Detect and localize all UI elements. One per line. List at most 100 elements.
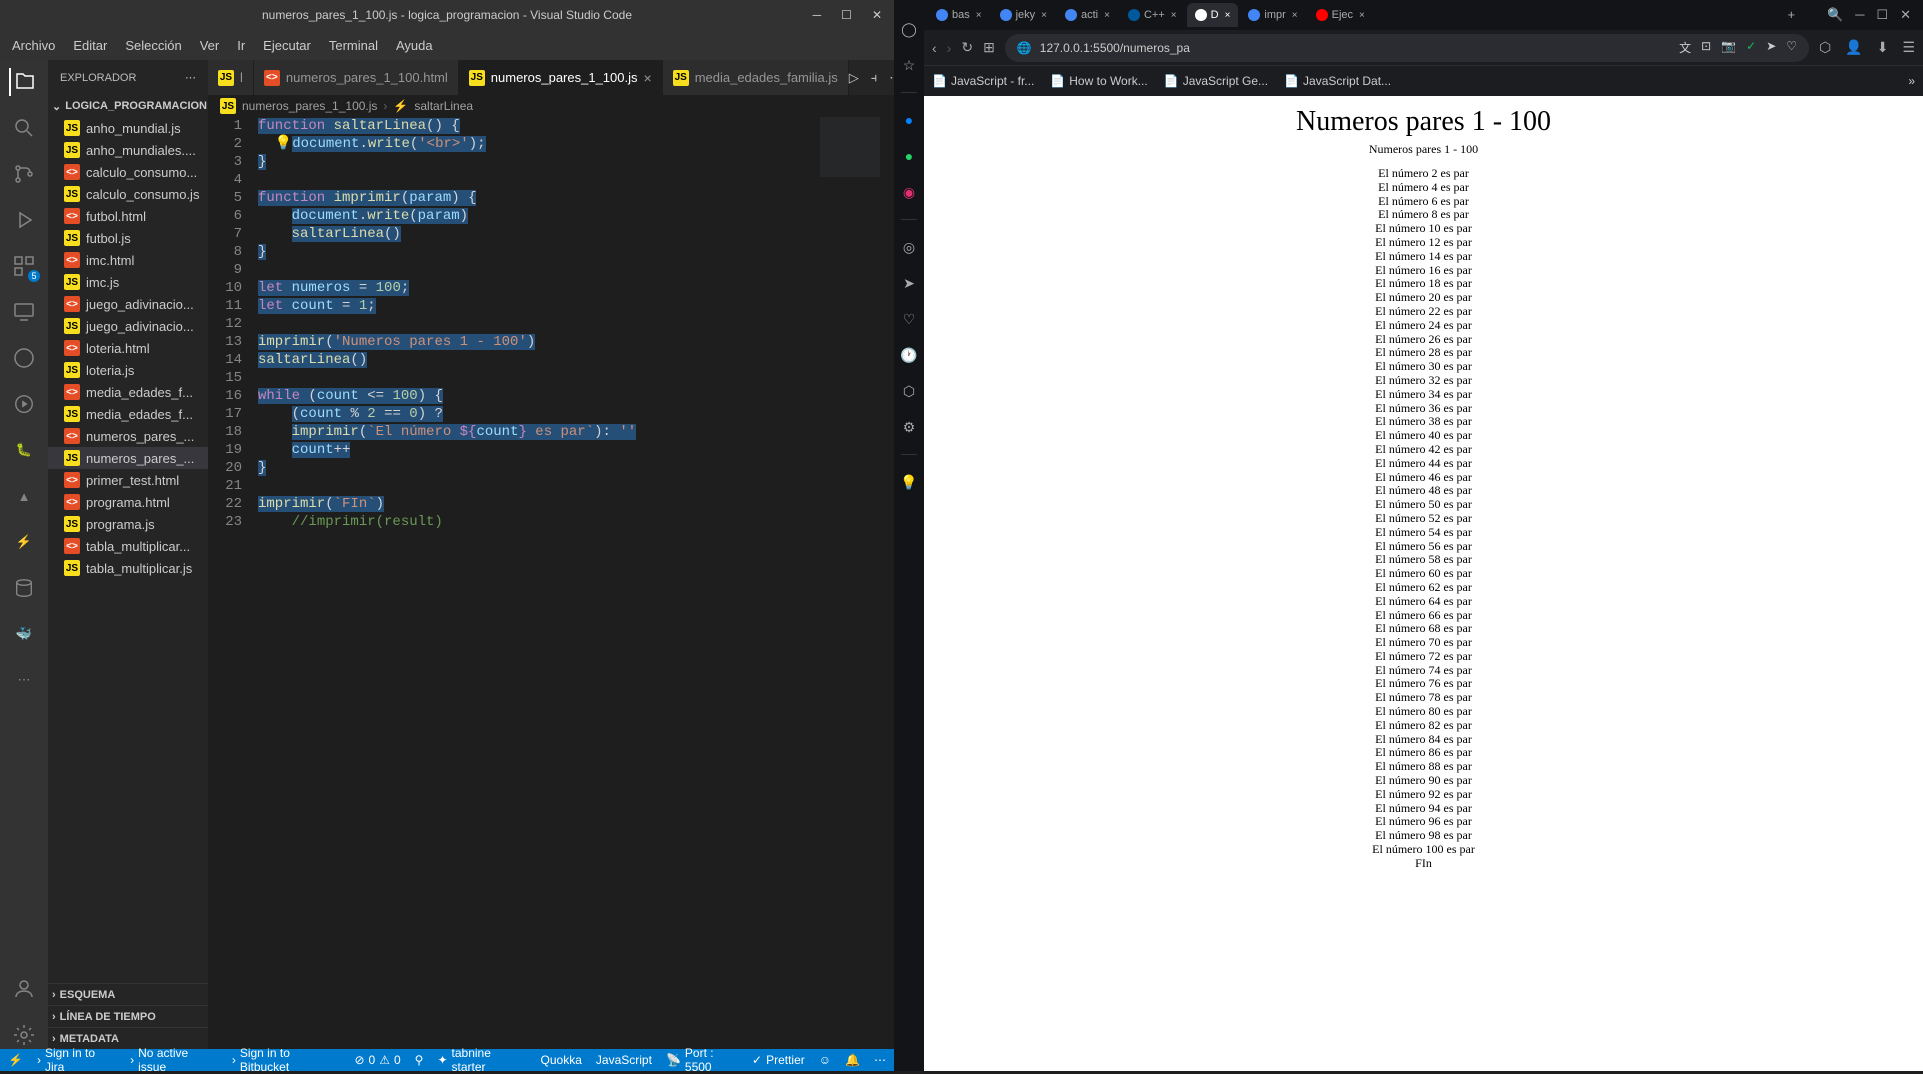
minimize-icon[interactable]: ─ [813,8,822,22]
menu-archivo[interactable]: Archivo [4,34,63,57]
bookmark-item[interactable]: 📄JavaScript - fr... [932,74,1034,88]
browser-tab[interactable]: impr× [1240,3,1305,27]
menu-editar[interactable]: Editar [65,34,115,57]
new-tab-icon[interactable]: + [1787,7,1795,23]
whatsapp-icon[interactable]: ● [900,147,918,165]
address-bar[interactable]: 🌐 127.0.0.1:5500/numeros_pa 文 ⊡ 📷 ✓ ➤ ♡ [1005,34,1809,62]
bookmark-item[interactable]: 📄How to Work... [1050,74,1147,88]
sidebar-section[interactable]: ›LÍNEA DE TIEMPO [48,1005,208,1027]
source-control-icon[interactable] [10,160,38,188]
jira-button[interactable]: › Sign in to Jira [37,1046,116,1074]
quokka-button[interactable]: Quokka [541,1053,582,1067]
close-tab-icon[interactable]: × [1359,10,1365,21]
download-icon[interactable]: ⬇ [1877,39,1889,56]
search-icon[interactable] [10,114,38,142]
file-item[interactable]: <>numeros_pares_... [48,425,208,447]
split-icon[interactable]: ⫞ [871,70,878,86]
reader-icon[interactable]: ⊡ [1701,39,1711,56]
menu-ir[interactable]: Ir [229,34,253,57]
menu-terminal[interactable]: Terminal [321,34,386,57]
bulb-icon[interactable]: 💡 [900,473,918,491]
maximize-icon[interactable]: ☐ [841,8,852,22]
browser-tab[interactable]: Ejec× [1308,3,1373,27]
bitbucket-button[interactable]: › Sign in to Bitbucket [232,1046,341,1074]
more-icon[interactable]: ⋯ [10,666,38,694]
file-item[interactable]: <>calculo_consumo... [48,161,208,183]
more-bookmarks-icon[interactable]: » [1908,74,1915,88]
editor-tab[interactable]: <>numeros_pares_1_100.html [254,60,459,95]
maximize-icon[interactable]: ☐ [1876,7,1888,23]
file-item[interactable]: JSanho_mundiales.... [48,139,208,161]
file-item[interactable]: <>primer_test.html [48,469,208,491]
profile-icon[interactable]: 👤 [1845,39,1862,56]
file-item[interactable]: JSjuego_adivinacio... [48,315,208,337]
vpn-icon[interactable]: ⬡ [1819,39,1831,56]
file-item[interactable]: JSimc.js [48,271,208,293]
reload-icon[interactable]: ↻ [961,39,973,56]
close-icon[interactable]: ✕ [872,8,882,22]
close-tab-icon[interactable]: × [1104,10,1110,21]
tabnine-button[interactable]: ✦ tabnine starter [437,1046,526,1074]
translate-icon[interactable]: 文 [1679,39,1691,56]
send-icon[interactable]: ➤ [900,274,918,292]
file-item[interactable]: JSfutbol.js [48,227,208,249]
file-item[interactable]: JStabla_multiplicar.js [48,557,208,579]
bookmark-icon[interactable]: ♡ [1786,39,1797,56]
db-icon[interactable] [10,574,38,602]
file-item[interactable]: <>loteria.html [48,337,208,359]
close-tab-icon[interactable]: × [976,10,982,21]
github-icon[interactable] [10,344,38,372]
file-item[interactable]: JSanho_mundial.js [48,117,208,139]
instagram-icon[interactable]: ◉ [900,183,918,201]
file-item[interactable]: <>media_edades_f... [48,381,208,403]
cube-icon[interactable]: ⬡ [900,382,918,400]
send-to-icon[interactable]: ➤ [1766,39,1776,56]
browser-tab[interactable]: jeky× [992,3,1055,27]
run-icon[interactable]: ▷ [849,70,859,86]
issue-button[interactable]: › No active issue [130,1046,218,1074]
close-icon[interactable]: ✕ [1900,7,1911,23]
browser-tab[interactable]: acti× [1057,3,1118,27]
speeddial-icon[interactable]: ◎ [900,238,918,256]
breadcrumb[interactable]: JS numeros_pares_1_100.js › ⚡ saltarLine… [208,95,894,117]
code-editor[interactable]: 1234567891011121314151617181920212223 fu… [208,117,894,1049]
editor-tab[interactable]: JSmedia_edades_familia.js [663,60,849,95]
bookmark-item[interactable]: 📄JavaScript Ge... [1164,74,1268,88]
bookmark-item[interactable]: 📄JavaScript Dat... [1284,74,1391,88]
extensions-icon[interactable]: 5 [10,252,38,280]
camera-icon[interactable]: 📷 [1721,39,1736,56]
file-item[interactable]: JSmedia_edades_f... [48,403,208,425]
file-item[interactable]: <>tabla_multiplicar... [48,535,208,557]
browser-tab[interactable]: bas× [928,3,990,27]
bug-icon[interactable]: 🐛 [10,436,38,464]
language-button[interactable]: JavaScript [596,1046,652,1074]
gear-icon[interactable]: ⚙ [900,418,918,436]
close-tab-icon[interactable]: × [1225,10,1231,21]
close-tab-icon[interactable]: × [1171,10,1177,21]
file-item[interactable]: JScalculo_consumo.js [48,183,208,205]
menu-ejecutar[interactable]: Ejecutar [255,34,319,57]
history-icon[interactable]: 🕐 [900,346,918,364]
forward-icon[interactable]: › [947,40,952,56]
menu-icon[interactable]: ☰ [1902,39,1915,56]
more-icon[interactable]: ⋯ [185,71,196,84]
menu-ver[interactable]: Ver [192,34,228,57]
menu-selección[interactable]: Selección [117,34,189,57]
problems-button[interactable]: ⊘ 0 ⚠ 0 [354,1053,400,1067]
shield-icon[interactable]: ✓ [1746,39,1756,56]
folder-header[interactable]: ⌄ LOGICA_PROGRAMACION [48,95,208,117]
live-server-icon[interactable] [10,390,38,418]
minimap[interactable] [820,117,880,177]
close-tab-icon[interactable]: × [1292,10,1298,21]
azure-icon[interactable]: ▲ [10,482,38,510]
explorer-icon[interactable] [9,68,37,96]
browser-tab[interactable]: D× [1187,3,1239,27]
star-icon[interactable]: ☆ [900,56,918,74]
feedback-icon[interactable]: ☺ [819,1046,831,1074]
debug-icon[interactable] [10,206,38,234]
remote-button[interactable]: ⚡ [8,1053,23,1067]
bell-icon[interactable]: 🔔 [845,1046,860,1074]
port-button[interactable]: 📡 Port : 5500 [666,1046,738,1074]
remote-icon[interactable] [10,298,38,326]
file-item[interactable]: JSloteria.js [48,359,208,381]
